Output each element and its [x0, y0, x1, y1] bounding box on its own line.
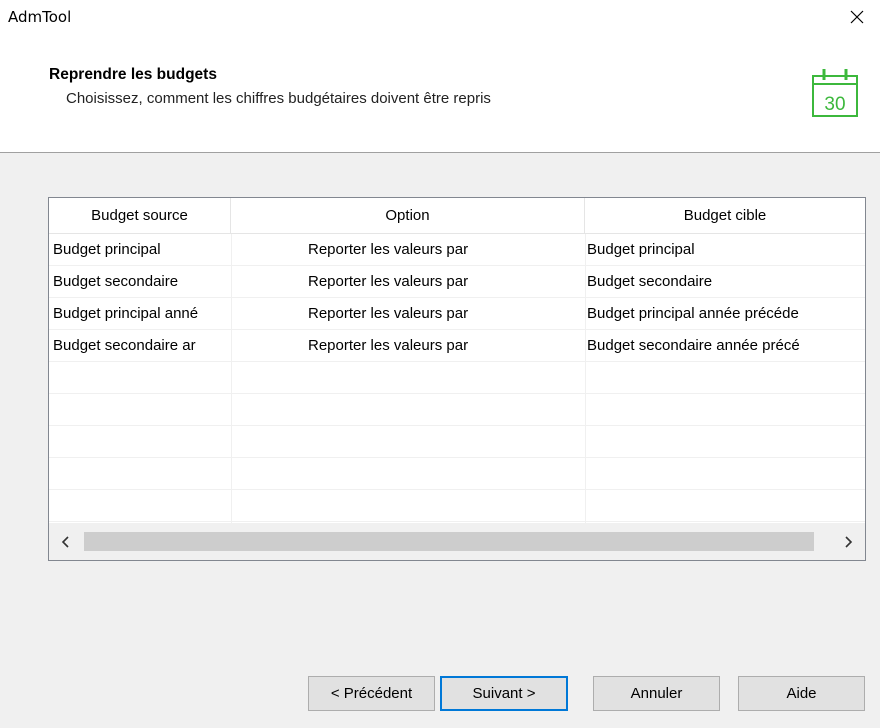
- window-title: AdmTool: [8, 8, 72, 26]
- cell-budget-source[interactable]: Budget secondaire ar: [53, 330, 229, 361]
- column-header-budget-target[interactable]: Budget cible: [585, 198, 865, 233]
- cell-budget-target[interactable]: Budget secondaire: [587, 266, 865, 297]
- table-row[interactable]: Budget principal anné Reporter les valeu…: [49, 298, 865, 330]
- page-title: Reprendre les budgets: [49, 66, 217, 83]
- cancel-button[interactable]: Annuler: [593, 676, 720, 711]
- cell-option[interactable]: Reporter les valeurs par: [308, 266, 584, 297]
- title-bar: AdmTool: [0, 0, 880, 34]
- page-subtitle: Choisissez, comment les chiffres budgéta…: [66, 90, 491, 107]
- cell-budget-source[interactable]: Budget principal anné: [53, 298, 229, 329]
- cell-budget-target[interactable]: Budget principal: [587, 234, 865, 265]
- calendar-icon: 30: [811, 66, 859, 124]
- close-icon: [850, 10, 864, 24]
- cell-budget-source[interactable]: Budget principal: [53, 234, 229, 265]
- wizard-header: Reprendre les budgets Choisissez, commen…: [0, 34, 880, 152]
- cell-option[interactable]: Reporter les valeurs par: [308, 330, 584, 361]
- next-button[interactable]: Suivant >: [440, 676, 568, 711]
- empty-row: [49, 362, 865, 394]
- horizontal-scrollbar[interactable]: [49, 523, 865, 560]
- help-button[interactable]: Aide: [738, 676, 865, 711]
- budget-grid[interactable]: Budget source Option Budget cible Budget…: [48, 197, 866, 561]
- close-button[interactable]: [834, 0, 880, 34]
- previous-button[interactable]: < Précédent: [308, 676, 435, 711]
- table-row[interactable]: Budget principal Reporter les valeurs pa…: [49, 234, 865, 266]
- table-row[interactable]: Budget secondaire ar Reporter les valeur…: [49, 330, 865, 362]
- empty-row: [49, 394, 865, 426]
- cell-budget-source[interactable]: Budget secondaire: [53, 266, 229, 297]
- column-header-option[interactable]: Option: [231, 198, 585, 233]
- cell-budget-target[interactable]: Budget secondaire année précé: [587, 330, 865, 361]
- cell-budget-target[interactable]: Budget principal année précéde: [587, 298, 865, 329]
- chevron-left-icon: [61, 535, 69, 548]
- scrollbar-thumb[interactable]: [84, 532, 814, 551]
- empty-row: [49, 426, 865, 458]
- cell-option[interactable]: Reporter les valeurs par: [308, 298, 584, 329]
- grid-header: Budget source Option Budget cible: [49, 198, 865, 234]
- cell-option[interactable]: Reporter les valeurs par: [308, 234, 584, 265]
- chevron-right-icon: [845, 535, 853, 548]
- scroll-right-button[interactable]: [831, 523, 865, 560]
- grid-rows: Budget principal Reporter les valeurs pa…: [49, 234, 865, 522]
- empty-row: [49, 458, 865, 490]
- column-header-budget-source[interactable]: Budget source: [49, 198, 231, 233]
- empty-row: [49, 490, 865, 522]
- table-row[interactable]: Budget secondaire Reporter les valeurs p…: [49, 266, 865, 298]
- calendar-day: 30: [824, 94, 845, 115]
- scroll-left-button[interactable]: [49, 523, 83, 560]
